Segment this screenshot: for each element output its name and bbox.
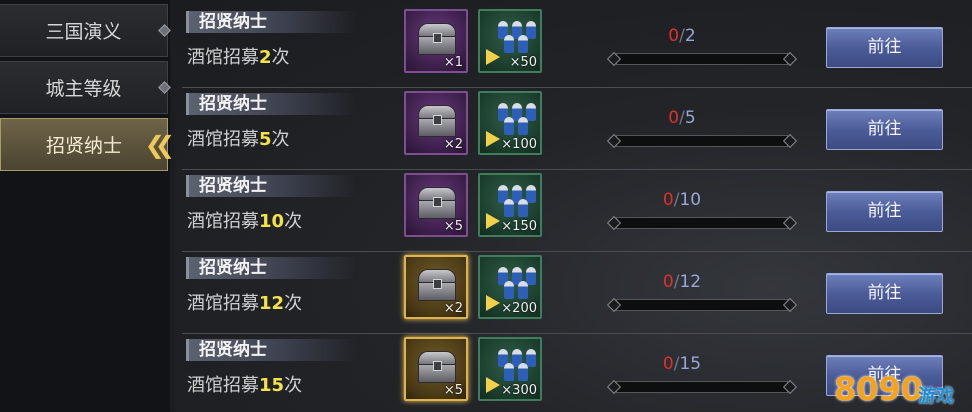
- progress-bar: [606, 51, 798, 67]
- purple-chest-reward[interactable]: ×2: [404, 91, 468, 155]
- progress-text: 0/15: [662, 354, 702, 374]
- treasure-chest-icon: [418, 187, 456, 219]
- recruit-count: 2: [259, 47, 272, 68]
- go-button[interactable]: 前往: [826, 27, 943, 68]
- treasure-chest-icon: [418, 105, 456, 137]
- recruit-count: 5: [259, 129, 272, 150]
- progress-text: 0/12: [662, 272, 702, 292]
- task-description: 酒馆招募2次: [187, 47, 290, 68]
- task-row: 招贤纳士 酒馆招募5次 ×2 ×100 0/5 前往: [182, 88, 972, 170]
- task-description: 酒馆招募12次: [187, 293, 303, 314]
- soldiers-icon: [486, 19, 536, 65]
- gold-chest-reward[interactable]: ×2: [404, 255, 468, 319]
- task-description: 酒馆招募10次: [187, 211, 303, 232]
- go-button[interactable]: 前往: [826, 109, 943, 150]
- task-title: 招贤纳士: [186, 93, 356, 115]
- task-row: 招贤纳士 酒馆招募10次 ×5 ×150 0/10 前往: [182, 170, 972, 252]
- task-title: 招贤纳士: [186, 257, 356, 279]
- soldiers-reward[interactable]: ×150: [478, 173, 542, 237]
- task-description: 酒馆招募15次: [187, 375, 303, 396]
- tab-label: 招贤纳士: [45, 135, 122, 157]
- recruit-count: 12: [259, 293, 285, 314]
- treasure-chest-icon: [418, 269, 456, 301]
- double-chevron-left-icon: ❮❮: [144, 130, 175, 159]
- reward-quantity: ×2: [443, 137, 463, 152]
- soldiers-icon: [486, 347, 536, 393]
- reward-quantity: ×300: [501, 383, 537, 398]
- task-row: 招贤纳士 酒馆招募12次 ×2 ×200 0/12 前往: [182, 252, 972, 334]
- tab-recruit-talent[interactable]: 招贤纳士 ❮❮: [0, 118, 175, 171]
- progress-bar: [606, 379, 798, 395]
- treasure-chest-icon: [418, 23, 456, 55]
- reward-quantity: ×100: [501, 137, 537, 152]
- gold-chest-reward[interactable]: ×5: [404, 337, 468, 401]
- soldiers-reward[interactable]: ×200: [478, 255, 542, 319]
- reward-quantity: ×150: [501, 219, 537, 234]
- reward-quantity: ×1: [443, 55, 463, 70]
- soldiers-reward[interactable]: ×50: [478, 9, 542, 73]
- progress-bar: [606, 297, 798, 313]
- tab-three-kingdoms[interactable]: 三国演义: [0, 4, 171, 57]
- progress-bar: [606, 215, 798, 231]
- watermark-number: 8090: [834, 370, 924, 408]
- tab-notch-icon: [158, 23, 171, 37]
- treasure-chest-icon: [418, 351, 456, 383]
- purple-chest-reward[interactable]: ×1: [404, 9, 468, 73]
- task-title: 招贤纳士: [186, 11, 356, 33]
- recruit-count: 15: [259, 375, 285, 396]
- soldiers-icon: [486, 101, 536, 147]
- soldiers-reward[interactable]: ×300: [478, 337, 542, 401]
- progress-text: 0/5: [668, 108, 696, 128]
- soldiers-icon: [486, 183, 536, 229]
- reward-quantity: ×2: [443, 301, 463, 316]
- progress-bar: [606, 133, 798, 149]
- progress-text: 0/10: [662, 190, 702, 210]
- tab-notch-icon: [158, 80, 171, 94]
- tab-label: 城主等级: [45, 78, 122, 100]
- task-list: 招贤纳士 酒馆招募2次 ×1 ×50 0/2 前往 招贤纳士 酒馆招募5次 ×2…: [174, 0, 972, 412]
- task-title: 招贤纳士: [186, 339, 356, 361]
- tab-lord-level[interactable]: 城主等级: [0, 61, 171, 114]
- go-button[interactable]: 前往: [826, 273, 943, 314]
- go-button[interactable]: 前往: [826, 191, 943, 232]
- reward-quantity: ×50: [509, 55, 537, 70]
- reward-quantity: ×200: [501, 301, 537, 316]
- recruit-count: 10: [259, 211, 285, 232]
- task-row: 招贤纳士 酒馆招募2次 ×1 ×50 0/2 前往: [182, 6, 972, 88]
- progress-text: 0/2: [668, 26, 696, 46]
- sidebar: 三国演义 城主等级 招贤纳士 ❮❮: [0, 0, 175, 412]
- reward-quantity: ×5: [443, 383, 463, 398]
- soldiers-reward[interactable]: ×100: [478, 91, 542, 155]
- reward-quantity: ×5: [443, 219, 463, 234]
- soldiers-icon: [486, 265, 536, 311]
- watermark-text: 游戏: [918, 386, 954, 407]
- site-watermark: 8090 游戏: [834, 370, 964, 410]
- task-title: 招贤纳士: [186, 175, 356, 197]
- purple-chest-reward[interactable]: ×5: [404, 173, 468, 237]
- task-description: 酒馆招募5次: [187, 129, 290, 150]
- tab-label: 三国演义: [45, 21, 122, 43]
